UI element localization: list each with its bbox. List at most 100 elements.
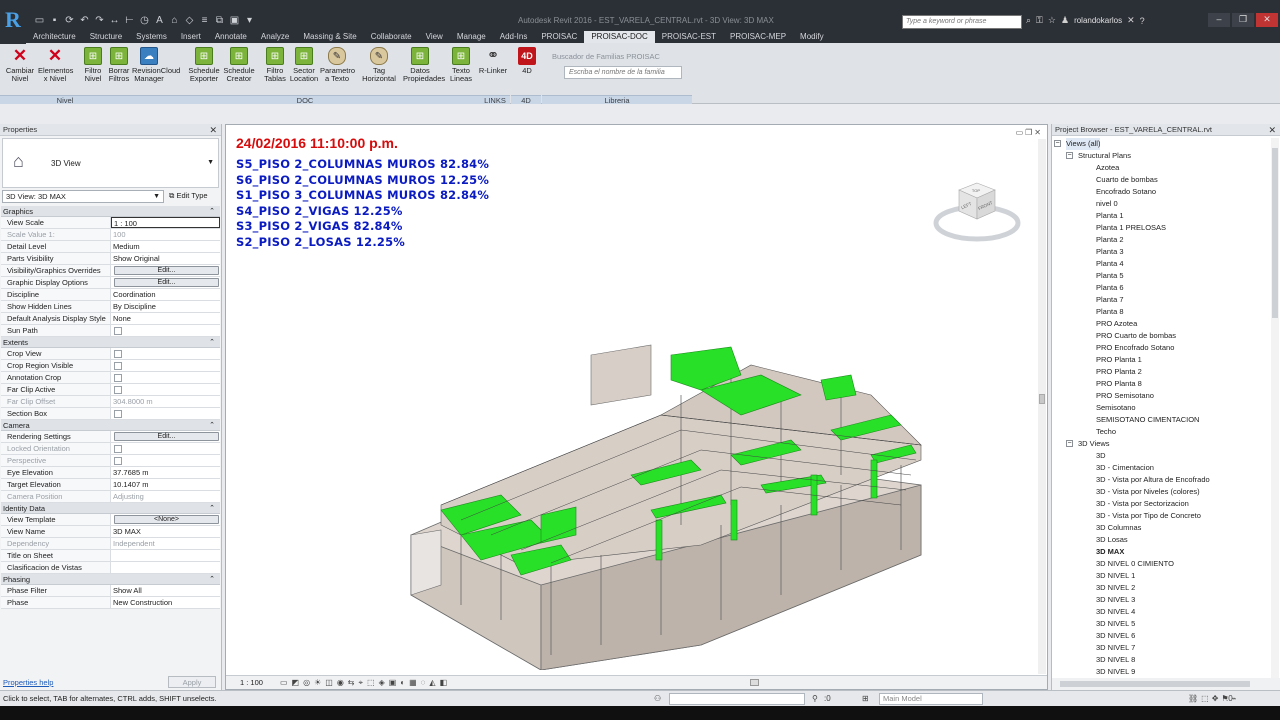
ribbon-button-parametro-a-texto[interactable]: ✎ Parametro a Texto [320,47,355,83]
browser-view-node[interactable]: 3D [1052,450,1272,462]
close-icon[interactable]: ✕ [209,124,217,136]
property-value[interactable]: Coordination [111,289,220,300]
tab-modify[interactable]: Modify [793,31,831,43]
design-options-icon[interactable]: ⊞ [862,694,869,703]
browser-view-node[interactable]: Planta 1 PRELOSAS [1052,222,1272,234]
browser-view-node[interactable]: PRO Planta 8 [1052,378,1272,390]
collapse-icon[interactable]: ⌃ [209,574,215,585]
binoculars-icon[interactable]: ⌕ [1026,15,1031,26]
revit-logo-icon[interactable]: R [0,0,26,44]
user-icon[interactable]: ♟ [1061,15,1069,26]
collapse-icon[interactable]: ⌃ [209,503,215,514]
browser-view-node[interactable]: Azotea [1052,162,1272,174]
property-value[interactable] [111,550,220,561]
browser-view-node[interactable]: 3D - Cimentacion [1052,462,1272,474]
section-icon[interactable]: ◇ [184,15,195,26]
tab-proisac-doc[interactable]: PROISAC-DOC [584,31,655,43]
close-icon[interactable]: ✕ [1268,124,1276,136]
editable-only-icon[interactable]: ⚲ [812,694,818,703]
maximize-button[interactable]: ❐ [1232,13,1254,27]
workset-dropdown[interactable] [669,693,805,705]
property-value[interactable] [111,408,220,419]
browser-view-node[interactable]: 3D NIVEL 3 [1052,594,1272,606]
sync-icon[interactable]: ⟳ [64,15,75,26]
ribbon-button-revisioncloud-manager[interactable]: ☁ RevisionCloud Manager [132,47,180,83]
property-value[interactable]: Show All [111,585,220,596]
property-checkbox[interactable] [114,350,122,358]
browser-view-node[interactable]: 3D - Vista por Tipo de Concreto [1052,510,1272,522]
browser-view-node[interactable]: nivel 0 [1052,198,1272,210]
view-scale[interactable]: 1 : 100 [240,678,263,687]
ribbon-button-tag-horizontal[interactable]: ✎ Tag Horizontal [362,47,396,83]
browser-view-node[interactable]: Planta 4 [1052,258,1272,270]
ribbon-button-elementos-x-nivel[interactable]: ✕ Elementos x Nivel [38,47,73,83]
browser-view-node[interactable]: 3D - Vista por Altura de Encofrado [1052,474,1272,486]
browser-view-node[interactable]: 3D - Vista por Sectorizacion [1052,498,1272,510]
collapse-toggle-icon[interactable]: − [1066,152,1073,159]
scroll-thumb[interactable] [1060,681,1250,687]
browser-view-node[interactable]: Techo [1052,426,1272,438]
browser-view-node[interactable]: PRO Planta 1 [1052,354,1272,366]
tab-view[interactable]: View [419,31,450,43]
horizontal-scroll-thumb[interactable] [750,679,759,686]
tab-analyze[interactable]: Analyze [254,31,296,43]
browser-view-node[interactable]: PRO Encofrado Sotano [1052,342,1272,354]
family-search-input[interactable]: Escriba el nombre de la familia [564,66,682,79]
tab-systems[interactable]: Systems [129,31,174,43]
collapse-icon[interactable]: ⌃ [209,337,215,348]
tab-add-ins[interactable]: Add-Ins [493,31,535,43]
ribbon-button-schedule-creator[interactable]: ⊞ Schedule Creator [222,47,256,83]
tab-manage[interactable]: Manage [450,31,493,43]
minimize-view-icon[interactable]: ▭ [1016,128,1026,137]
ribbon-button-cambiar-nivel[interactable]: ✕ Cambiar Nivel [3,47,37,83]
type-selector[interactable]: ⌂ 3D View ▼ [2,138,219,188]
browser-view-node[interactable]: PRO Planta 2 [1052,366,1272,378]
open-icon[interactable]: ▭ [34,15,45,26]
property-value[interactable]: None [111,313,220,324]
collapse-toggle-icon[interactable]: − [1066,440,1073,447]
property-edit-button[interactable]: <None> [114,515,219,524]
ribbon-button-r-linker[interactable]: ⚭ R-Linker [476,47,510,75]
ribbon-button-sector-location[interactable]: ⊞ Sector Location [287,47,321,83]
tab-collaborate[interactable]: Collaborate [364,31,419,43]
exchange-icon[interactable]: ✕ [1127,15,1135,26]
browser-horizontal-scrollbar[interactable] [1052,678,1280,690]
property-checkbox[interactable] [114,374,122,382]
collapse-icon[interactable]: ⌃ [209,420,215,431]
3d-view-canvas[interactable]: ▭❐✕ 24/02/2016 11:10:00 p.m. S5_PISO 2_C… [225,124,1048,690]
tab-architecture[interactable]: Architecture [26,31,83,43]
property-edit-button[interactable]: Edit... [114,278,219,287]
browser-view-node[interactable]: Planta 2 [1052,234,1272,246]
ribbon-button-schedule-exporter[interactable]: ⊞ Schedule Exporter [187,47,221,83]
browser-vertical-scrollbar[interactable] [1271,138,1279,678]
tab-proisac[interactable]: PROISAC [534,31,584,43]
browser-view-node[interactable]: Planta 7 [1052,294,1272,306]
ribbon-button-datos-propiedades[interactable]: ⊞ Datos Propiedades [403,47,445,83]
property-checkbox[interactable] [114,362,122,370]
property-edit-button[interactable]: Edit... [114,266,219,275]
tab-structure[interactable]: Structure [83,31,129,43]
browser-view-node[interactable]: SEMISOTANO CIMENTACION [1052,414,1272,426]
tab-proisac-est[interactable]: PROISAC-EST [655,31,723,43]
property-checkbox[interactable] [114,386,122,394]
property-value[interactable]: Edit... [111,265,220,276]
scroll-thumb[interactable] [1039,394,1045,404]
aligned-dimension-icon[interactable]: ⊢ [124,15,135,26]
view-control-icons[interactable]: ▭◩◎☀◫◉⇆⌖⬚◈▣◐▦◌◭◧ [280,678,451,688]
property-value[interactable]: 10.1407 m [111,479,220,490]
property-value[interactable] [111,372,220,383]
undo-icon[interactable]: ↶ [79,15,90,26]
property-value[interactable] [111,348,220,359]
design-option-dropdown[interactable]: Main Model [879,693,983,705]
browser-view-node[interactable]: 3D NIVEL 2 [1052,582,1272,594]
browser-view-node[interactable]: PRO Semisotano [1052,390,1272,402]
browser-view-node[interactable]: 3D NIVEL 7 [1052,642,1272,654]
scroll-thumb[interactable] [1272,148,1278,318]
property-value[interactable]: Medium [111,241,220,252]
customize-qat-icon[interactable]: ▾ [244,15,255,26]
property-value[interactable] [111,562,220,573]
edit-type-button[interactable]: ⧉ Edit Type [169,191,208,201]
tag-icon[interactable]: ◷ [139,15,150,26]
default-3d-view-icon[interactable]: ⌂ [169,15,180,26]
browser-group-node[interactable]: − Structural Plans [1052,150,1272,162]
